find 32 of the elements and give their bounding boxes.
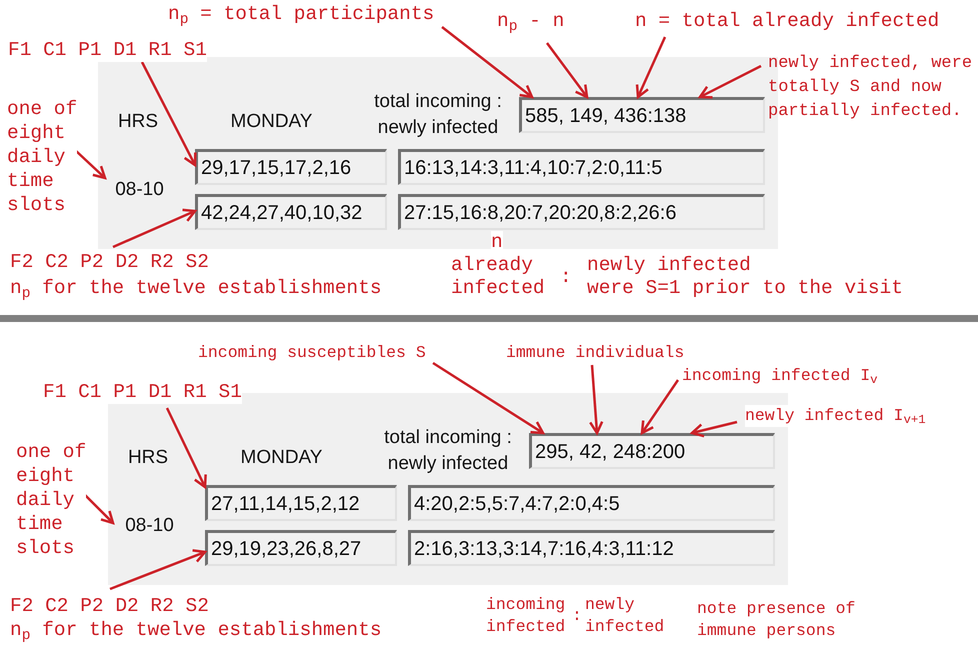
infections-field[interactable]: 16:13,14:3,11:4,10:7,2:0,11:5	[398, 149, 765, 185]
participants-field[interactable]: 27,11,14,15,2,12	[205, 485, 397, 521]
annotation-text: newly infected, were totally S and now partially infected.	[768, 53, 972, 123]
participants-field[interactable]: 29,19,23,26,8,27	[205, 530, 397, 566]
callout-arrow	[636, 36, 666, 100]
hours-header: HRS	[118, 111, 158, 133]
annotation-text: n = total already infected	[635, 9, 940, 33]
total-field[interactable]: 295, 42, 248:200	[529, 433, 775, 469]
day-header: MONDAY	[230, 111, 312, 133]
total-label: total incoming : newly infected	[374, 90, 502, 140]
annotation-text: n$_{p}$ = total participants	[168, 2, 434, 26]
callout-arrow	[589, 364, 604, 436]
annotation-text: n$_{p}$ for the twelve establishments	[10, 276, 382, 300]
infections-field[interactable]: 2:16,3:13,3:14,7:16,4:3,11:12	[408, 530, 775, 566]
time-slot-label: 08-10	[125, 514, 174, 536]
callout-arrow	[74, 149, 107, 180]
annotation-text: n$_{p}$ for the twelve establishments	[10, 618, 382, 642]
callout-arrow	[640, 379, 680, 436]
infections-field[interactable]: 27:15,16:8,20:7,20:20,8:2,26:6	[398, 194, 765, 230]
day-header: MONDAY	[240, 447, 322, 469]
infections-field[interactable]: 4:20,2:5,5:7,4:7,2:0,4:5	[408, 485, 775, 521]
participants-field[interactable]: 42,24,27,40,10,32	[195, 194, 387, 230]
total-label: total incoming : newly infected	[384, 426, 512, 476]
annotation-text: newly infected were S=1 prior to the visit	[587, 254, 903, 300]
hours-header: HRS	[128, 447, 168, 469]
total-field[interactable]: 585, 149, 436:138	[519, 97, 765, 133]
participants-field[interactable]: 29,17,15,17,2,16	[195, 149, 387, 185]
time-slot-label: 08-10	[115, 178, 164, 200]
callout-arrow	[689, 420, 738, 438]
callout-arrow	[698, 64, 762, 99]
callout-arrow	[546, 42, 589, 100]
annotation-text: newly infected I$_{v+1}$	[745, 405, 926, 427]
